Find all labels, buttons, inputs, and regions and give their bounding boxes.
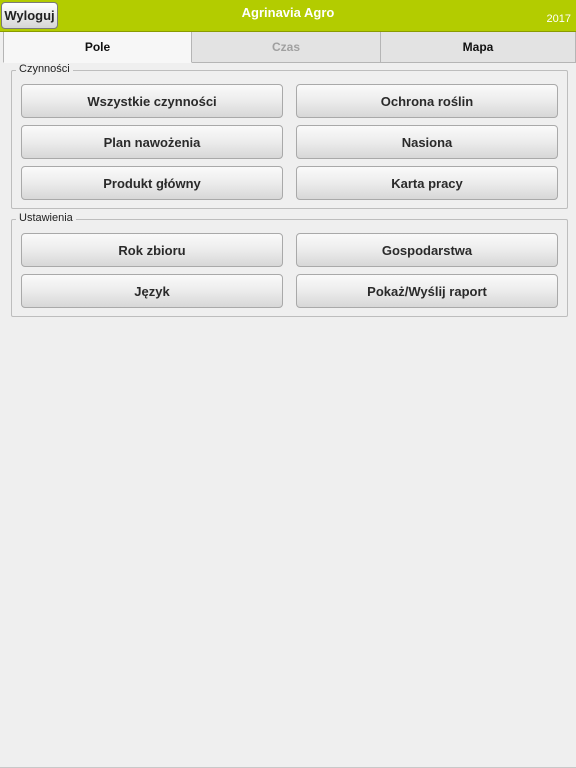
activities-group: Czynności Wszystkie czynności Ochrona ro… (11, 63, 568, 209)
tab-czas[interactable]: Czas (192, 32, 381, 63)
activities-legend: Czynności (16, 63, 73, 75)
seeds-button[interactable]: Nasiona (296, 125, 558, 159)
crop-protection-button[interactable]: Ochrona roślin (296, 84, 558, 118)
main-product-button[interactable]: Produkt główny (21, 166, 283, 200)
app-title: Agrinavia Agro (241, 5, 335, 20)
work-card-button[interactable]: Karta pracy (296, 166, 558, 200)
farms-button[interactable]: Gospodarstwa (296, 233, 558, 267)
settings-legend: Ustawienia (16, 212, 76, 224)
fertilization-plan-button[interactable]: Plan nawożenia (21, 125, 283, 159)
year-label: 2017 (546, 13, 571, 25)
app-header: Wyloguj Agrinavia Agro 2017 (0, 0, 576, 32)
show-send-report-button[interactable]: Pokaż/Wyślij raport (296, 274, 558, 308)
harvest-year-button[interactable]: Rok zbioru (21, 233, 283, 267)
tab-bar: Pole Czas Mapa (3, 32, 576, 63)
all-activities-button[interactable]: Wszystkie czynności (21, 84, 283, 118)
tab-pole[interactable]: Pole (3, 32, 192, 63)
tab-mapa[interactable]: Mapa (381, 32, 576, 63)
language-button[interactable]: Język (21, 274, 283, 308)
settings-group: Ustawienia Rok zbioru Gospodarstwa Język… (11, 212, 568, 317)
